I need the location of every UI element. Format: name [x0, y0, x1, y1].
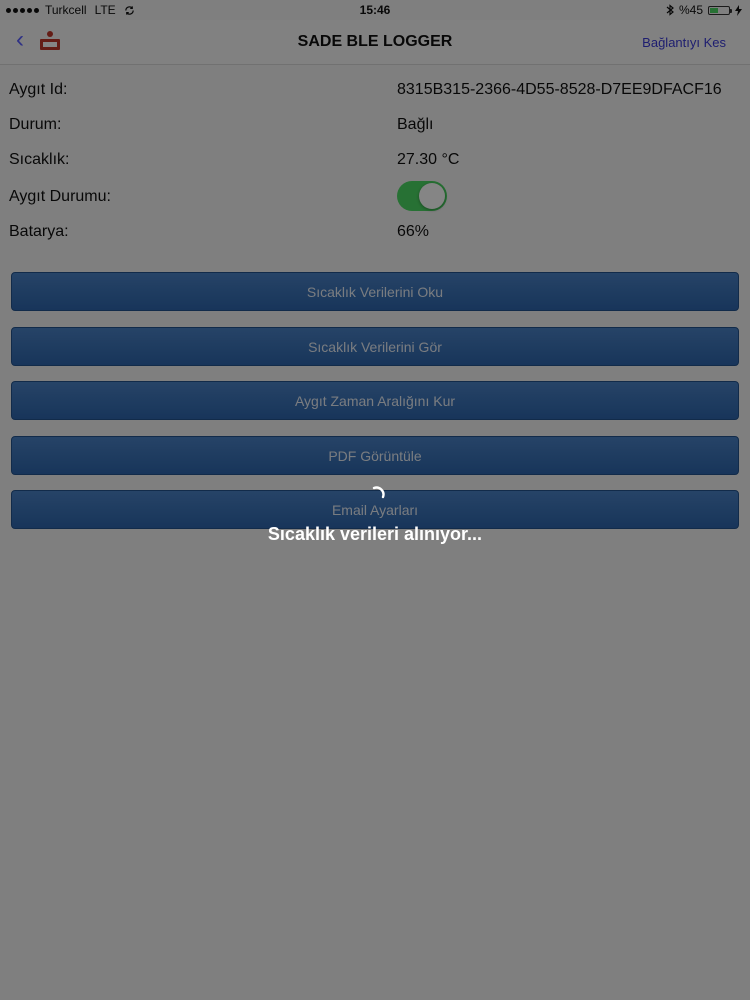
spinner-icon [372, 486, 385, 499]
loading-overlay: Sıcaklık verileri alınıyor... [0, 0, 750, 1000]
loading-text: Sıcaklık verileri alınıyor... [267, 524, 483, 544]
